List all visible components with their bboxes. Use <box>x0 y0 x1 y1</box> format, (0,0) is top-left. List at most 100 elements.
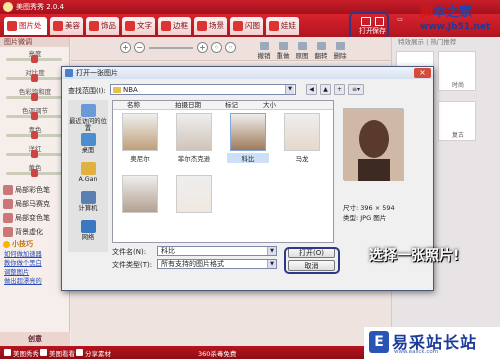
undo-icon <box>259 42 269 50</box>
file-thumbnail[interactable]: 科比 <box>227 113 269 163</box>
tip-link[interactable]: 教你做个黑白 <box>0 259 69 268</box>
dialog-app-icon <box>65 69 73 77</box>
canvas-toolbar: + − + ◦ ◦ 撤销 重做 原图 翻转 删除 <box>71 37 391 61</box>
tab-flash[interactable]: 闪图 <box>230 17 263 35</box>
file-thumbnail[interactable]: 马龙 <box>281 113 320 163</box>
tip-link[interactable]: 调整图片 <box>0 268 69 277</box>
zoom-slider[interactable] <box>149 47 193 49</box>
color-pen-icon <box>3 185 13 195</box>
filename-input[interactable]: 科比 ▼ <box>157 246 277 256</box>
bottom-item-share[interactable]: 分享素材 <box>76 348 111 358</box>
places-bar: 最近访问的位置桌面 A.Gan 计算机网络 <box>68 100 108 252</box>
place-item[interactable]: A.Gan <box>68 162 108 183</box>
zoom-in-icon[interactable]: + <box>120 42 131 53</box>
mosaic-icon <box>3 199 13 209</box>
window-control[interactable]: ▭ <box>393 16 407 36</box>
original-button[interactable]: 原图 <box>293 42 311 60</box>
slider-knob[interactable] <box>30 112 38 120</box>
look-in-select[interactable]: NBA ▼ <box>110 84 296 95</box>
redo-button[interactable]: 重做 <box>274 42 292 60</box>
slider-knob[interactable] <box>30 150 38 158</box>
col-name[interactable]: 名称 <box>127 101 140 110</box>
delete-icon <box>335 42 345 50</box>
slider-knob[interactable] <box>30 55 38 63</box>
heart-icon <box>89 21 99 31</box>
tab-frame[interactable]: 边框 <box>158 17 191 35</box>
redo-icon <box>278 42 288 50</box>
file-thumbnail[interactable] <box>173 175 212 221</box>
fit-icon[interactable]: ◦ <box>211 42 222 53</box>
preview-size: 尺寸: 396 × 594 <box>343 204 395 212</box>
place-item[interactable]: 最近访问的位置 <box>68 104 108 132</box>
up-folder-icon[interactable]: ▲ <box>320 84 331 95</box>
tips-title: 小技巧 <box>0 239 69 250</box>
slider-knob[interactable] <box>30 74 38 82</box>
dialog-title-bar: 打开一张图片 × <box>62 67 433 79</box>
col-size[interactable]: 大小 <box>263 101 276 110</box>
bottom-promo[interactable]: 360杀毒免费 <box>198 348 236 358</box>
slider-knob[interactable] <box>30 169 38 177</box>
effect-item[interactable]: 局部变色笔 <box>0 211 69 225</box>
place-label: 桌面 <box>81 147 95 154</box>
bulb-icon <box>3 241 10 248</box>
place-item[interactable]: 计算机 <box>68 191 108 212</box>
text-icon <box>125 21 135 31</box>
undo-button[interactable]: 撤销 <box>255 42 273 60</box>
left-panel-header: 图片微调 <box>0 37 69 47</box>
tab-doll[interactable]: 娃娃 <box>266 17 299 35</box>
thumbnail-image <box>176 175 212 213</box>
actual-size-icon[interactable]: ◦ <box>225 42 236 53</box>
effect-item[interactable]: 局部马赛克 <box>0 197 69 211</box>
slider-row: 洋红 <box>0 142 69 161</box>
file-name: 科比 <box>227 153 269 163</box>
flip-button[interactable]: 翻转 <box>312 42 330 60</box>
effect-item[interactable]: 背景虚化 <box>0 225 69 239</box>
delete-button[interactable]: 删除 <box>331 42 349 60</box>
col-tag[interactable]: 标记 <box>225 101 238 110</box>
effect-thumb-label: 复古 <box>451 132 464 139</box>
col-date[interactable]: 拍摄日期 <box>175 101 201 110</box>
file-list: 名称 拍摄日期 标记 大小 奥尼尔 菲尔杰克逊 科比 马龙 <box>112 100 334 243</box>
tip-list: 如何做加速器 教你做个黑白 调整图片 做出超漂亮的 <box>0 250 69 286</box>
filetype-select[interactable]: 所有支持的图片格式 ▼ <box>157 259 277 269</box>
effect-label: 背景虚化 <box>15 228 43 236</box>
watermark-url: www.Jb51.net <box>420 22 491 32</box>
filename-label: 文件名(N): <box>112 248 147 256</box>
tab-text[interactable]: 文字 <box>122 17 155 35</box>
bottom-item-viewer[interactable]: 美图看看 <box>40 348 75 358</box>
zoom-out-icon[interactable]: − <box>134 42 145 53</box>
tab-accessories[interactable]: 饰品 <box>86 17 119 35</box>
tab-beauty[interactable]: 美容 <box>50 17 83 35</box>
tip-link[interactable]: 如何做加速器 <box>0 250 69 259</box>
file-name: 菲尔杰克逊 <box>177 155 211 163</box>
look-in-label: 查找范围(I): <box>68 87 106 95</box>
place-item[interactable]: 桌面 <box>68 133 108 154</box>
open-button-highlight <box>284 247 340 274</box>
back-icon[interactable]: ◀ <box>306 84 317 95</box>
preview-pane: 尺寸: 396 × 594 类型: JPG 图片 <box>339 100 431 243</box>
place-item[interactable]: 网络 <box>68 220 108 241</box>
zoom-reset-icon[interactable]: + <box>197 42 208 53</box>
tip-link[interactable]: 做出超漂亮的 <box>0 277 69 286</box>
doll-icon <box>269 21 279 31</box>
tab-image-edit[interactable]: 图片处理 <box>4 17 47 48</box>
bottom-item-meitu[interactable]: 美图秀秀 <box>4 348 39 358</box>
slider-knob[interactable] <box>30 93 38 101</box>
file-thumbnail[interactable]: 菲尔杰克逊 <box>173 113 212 163</box>
logo-mark-icon: E <box>369 331 389 353</box>
file-thumbnail[interactable] <box>119 175 158 221</box>
file-thumbnail[interactable]: 奥尼尔 <box>119 113 158 163</box>
effect-item[interactable]: 局部彩色笔 <box>0 183 69 197</box>
brush-icon <box>3 213 13 223</box>
new-folder-icon[interactable]: + <box>334 84 345 95</box>
left-panel-footer[interactable]: 创意 <box>0 332 70 346</box>
effect-thumb[interactable]: 时尚 <box>438 51 476 91</box>
slider-knob[interactable] <box>30 131 38 139</box>
chevron-down-icon: ▼ <box>267 260 276 268</box>
column-header: 名称 拍摄日期 标记 大小 <box>113 101 333 110</box>
tab-scene[interactable]: 场景 <box>194 17 227 35</box>
thumbnail-image <box>176 113 212 151</box>
close-icon[interactable]: × <box>414 68 431 78</box>
view-menu-icon[interactable]: ≡▾ <box>348 84 364 95</box>
effect-thumb[interactable]: 复古 <box>438 101 476 141</box>
